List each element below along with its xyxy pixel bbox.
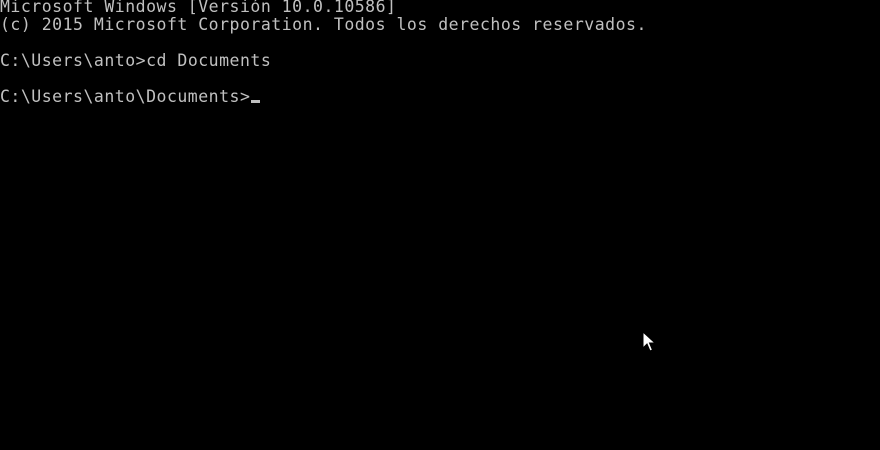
history-prompt: C:\Users\anto>	[0, 51, 147, 70]
version-line: Microsoft Windows [Versión 10.0.10586]	[0, 0, 397, 16]
text-cursor	[251, 100, 261, 103]
arrow-cursor-icon	[642, 331, 656, 352]
console-window[interactable]: Microsoft Windows [Versión 10.0.10586] (…	[0, 0, 880, 450]
history-command: cd Documents	[146, 51, 272, 70]
history-line: C:\Users\anto>cd Documents	[0, 52, 880, 70]
console-output: Microsoft Windows [Versión 10.0.10586] (…	[0, 0, 880, 106]
current-prompt: C:\Users\anto\Documents>	[0, 87, 251, 106]
command-line[interactable]: C:\Users\anto\Documents>	[0, 88, 880, 106]
copyright-line: (c) 2015 Microsoft Corporation. Todos lo…	[0, 15, 647, 34]
